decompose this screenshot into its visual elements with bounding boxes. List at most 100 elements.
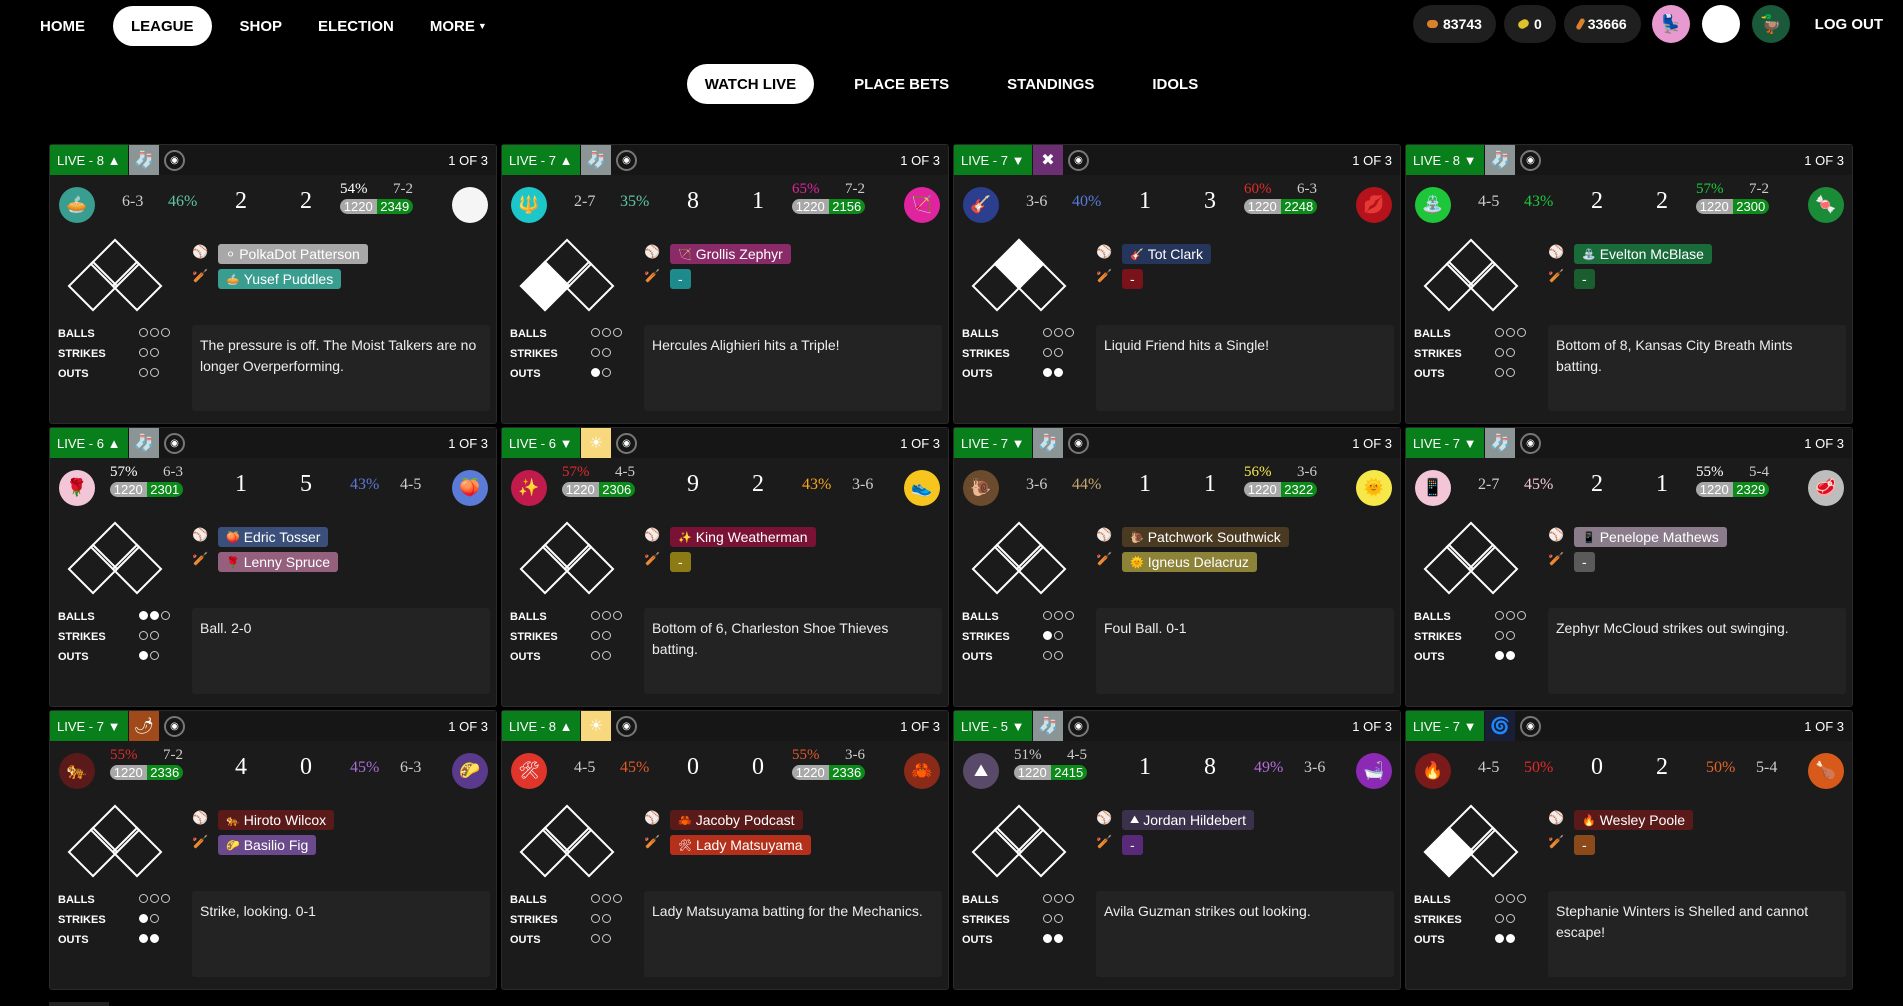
pitcher-icon: ⚾ <box>192 811 209 826</box>
nav-more[interactable]: MORE ▼ <box>412 6 505 46</box>
strikes-dot <box>1043 631 1052 640</box>
away-team-logo[interactable]: ⛰ <box>963 753 999 789</box>
game-card[interactable]: LIVE - 8 ▲ ☀ ◉ 1 OF 3 🛠 🦀 0 0 4-5 45% 55% 3-6 1220 23… <box>501 710 949 990</box>
home-payout: 2349 <box>376 199 413 214</box>
pitcher-tag[interactable]: 🔥 Wesley Poole <box>1574 810 1694 830</box>
pitcher-tag[interactable]: 🏹 Grollis Zephyr <box>670 244 791 264</box>
away-team-logo[interactable]: 🎸 <box>963 187 999 223</box>
game-card[interactable]: LIVE - 8 ▼ 🧦 ◉ 1 OF 3 ⛲ 🍬 2 2 4-5 43% 57% 7-2 1220 23… <box>1405 144 1853 424</box>
home-score: 1 <box>752 188 764 214</box>
pitcher-tag[interactable]: ⛰ Jordan Hildebert <box>1122 810 1254 830</box>
home-team-logo[interactable] <box>452 187 488 223</box>
away-team-logo[interactable]: ✨ <box>511 470 547 506</box>
pitcher-tag[interactable]: 🐅 Hiroto Wilcox <box>218 810 335 830</box>
votes-pill[interactable]: 0 <box>1503 5 1556 43</box>
game-card[interactable]: LIVE - 5 ▼ 🧦 ◉ 1 OF 3 ⛰ 🛁 1 8 51% 4-5 1220 2415 3-6 4… <box>953 710 1401 990</box>
batter-tag[interactable]: - <box>670 552 691 572</box>
tab-place-bets[interactable]: PLACE BETS <box>836 64 967 104</box>
batter-tag[interactable]: 🌹 Lenny Spruce <box>218 552 339 572</box>
seat-avatar-icon[interactable]: 💺 <box>1651 5 1690 43</box>
nav-election[interactable]: ELECTION <box>300 6 412 46</box>
tab-watch-live[interactable]: WATCH LIVE <box>686 64 815 104</box>
nav-league[interactable]: LEAGUE <box>113 6 212 46</box>
game-card[interactable]: LIVE - 7 ▼ 🧦 ◉ 1 OF 3 🐌 🌞 1 1 3-6 44% 56% 3-6 1220 23… <box>953 427 1401 707</box>
balls-label: BALLS <box>510 894 547 906</box>
batter-tag[interactable]: - <box>1574 835 1595 855</box>
pitcher-tag[interactable]: ⚪ PolkaDot Patterson <box>218 244 368 264</box>
batter-tag[interactable]: 🥧 Yusef Puddles <box>218 269 342 289</box>
team-avatar[interactable] <box>1701 5 1740 43</box>
tab-standings[interactable]: STANDINGS <box>989 64 1112 104</box>
home-team-logo[interactable]: 🏹 <box>904 187 940 223</box>
balls-dot <box>1043 328 1052 337</box>
home-team-logo[interactable]: 🍗 <box>1808 753 1844 789</box>
game-card[interactable]: LIVE - 6 ▲ 🧦 ◉ 1 OF 3 🌹 🍑 1 5 57% 6-3 1220 2301 4-5 4… <box>49 427 497 707</box>
outs-dot <box>1054 934 1063 943</box>
batter-tag[interactable]: - <box>1574 269 1595 289</box>
home-bet-bar: 1220 2329 <box>1696 482 1769 497</box>
game-card[interactable]: LIVE - 7 ▼ 🧦 ◉ 1 OF 3 📱 🥩 2 1 2-7 45% 55% 5-4 1220 23… <box>1405 427 1853 707</box>
logout-link[interactable]: LOG OUT <box>1815 16 1883 33</box>
away-team-logo[interactable]: 🔥 <box>1415 753 1451 789</box>
away-team-logo[interactable]: 🐅 <box>59 753 95 789</box>
pitcher-team-icon: 🎸 <box>1130 247 1144 261</box>
count-panel: BALLS STRIKES OUTS <box>1414 325 1529 385</box>
outs-dot <box>1506 368 1515 377</box>
game-card[interactable]: LIVE - 7 ▼ 🌶 ◉ 1 OF 3 🐅 🌮 4 0 55% 7-2 1220 2336 6-3 4… <box>49 710 497 990</box>
pitcher-tag[interactable]: 🦀 Jacoby Podcast <box>670 810 803 830</box>
game-header: LIVE - 8 ▲ ☀ ◉ 1 OF 3 <box>502 711 948 741</box>
home-team-logo[interactable]: 🍬 <box>1808 187 1844 223</box>
home-team-logo[interactable]: 🦀 <box>904 753 940 789</box>
batter-tag[interactable]: - <box>670 269 691 289</box>
pitcher-tag[interactable]: ✨ King Weatherman <box>670 527 816 547</box>
away-team-logo[interactable]: 🐌 <box>963 470 999 506</box>
game-card[interactable]: LIVE - 7 ▼ ✖ ◉ 1 OF 3 🎸 💋 1 3 3-6 40% 60% 6-3 1220 22… <box>953 144 1401 424</box>
pitcher-tag[interactable]: 📱 Penelope Mathews <box>1574 527 1727 547</box>
tab-idols[interactable]: IDOLS <box>1134 64 1216 104</box>
home-team-logo[interactable]: 🛁 <box>1356 753 1392 789</box>
batter-tag[interactable]: - <box>1122 269 1143 289</box>
game-card[interactable]: LIVE - 6 ▼ ☀ ◉ 1 OF 3 ✨ 👟 9 2 57% 4-5 1220 2306 3-6 4… <box>501 427 949 707</box>
away-team-logo[interactable]: ⛲ <box>1415 187 1451 223</box>
strikes-label: STRIKES <box>962 914 1010 926</box>
pitcher-tag[interactable]: 🎸 Tot Clark <box>1122 244 1211 264</box>
away-team-logo[interactable]: 🌹 <box>59 470 95 506</box>
batter-tag[interactable]: - <box>1574 552 1595 572</box>
home-team-logo[interactable]: 🌮 <box>452 753 488 789</box>
away-team-logo[interactable]: 🛠 <box>511 753 547 789</box>
game-card[interactable]: LIVE - 7 ▲ 🧦 ◉ 1 OF 3 🔱 🏹 8 1 2-7 35% 65% 7-2 1220 21… <box>501 144 949 424</box>
batter-team-icon: 🌹 <box>226 555 240 569</box>
live-inning-badge: LIVE - 8 ▲ <box>502 711 580 741</box>
away-team-logo[interactable]: 🥧 <box>59 187 95 223</box>
home-team-logo[interactable]: 👟 <box>904 470 940 506</box>
scoreboard: ✨ 👟 9 2 57% 4-5 1220 2306 3-6 43% <box>502 464 948 510</box>
home-score: 0 <box>300 754 312 780</box>
pitcher-tag[interactable]: 🐌 Patchwork Southwick <box>1122 527 1289 547</box>
home-team-logo[interactable]: 💋 <box>1356 187 1392 223</box>
home-pct: 55% <box>792 747 820 763</box>
away-team-logo[interactable]: 🔱 <box>511 187 547 223</box>
home-record: 3-6 <box>1304 759 1326 776</box>
coins-pill[interactable]: 83743 <box>1413 5 1496 43</box>
nav-home[interactable]: HOME <box>22 6 103 46</box>
pitcher-tag[interactable]: 🍑 Edric Tosser <box>218 527 329 547</box>
series-label: 1 OF 3 <box>1804 436 1844 451</box>
batter-tag[interactable]: 🌮 Basilio Fig <box>218 835 317 855</box>
duck-avatar-icon[interactable]: 🦆 <box>1751 5 1790 43</box>
nav-shop[interactable]: SHOP <box>222 6 301 46</box>
live-inning-badge: LIVE - 7 ▲ <box>502 145 580 175</box>
home-team-logo[interactable]: 🌞 <box>1356 470 1392 506</box>
home-team-logo[interactable]: 🥩 <box>1808 470 1844 506</box>
away-team-logo[interactable]: 📱 <box>1415 470 1451 506</box>
peanuts-pill[interactable]: 33666 <box>1563 5 1641 43</box>
balls-row: BALLS <box>58 891 173 911</box>
batter-tag[interactable]: - <box>1122 835 1143 855</box>
batter-tag[interactable]: 🌞 Igneus Delacruz <box>1122 552 1257 572</box>
home-record: 3-6 <box>845 747 865 763</box>
live-inning-badge: LIVE - 6 ▲ <box>50 428 128 458</box>
game-card[interactable]: LIVE - 8 ▲ 🧦 ◉ 1 OF 3 🥧 2 2 6-3 46% 54% 7-2 1220 234… <box>49 144 497 424</box>
game-card[interactable]: LIVE - 7 ▼ 🌀 ◉ 1 OF 3 🔥 🍗 0 2 4-5 50% 5-4 50% ⚾ 🏏 🔥 Wes… <box>1405 710 1853 990</box>
batter-tag[interactable]: 🛠 Lady Matsuyama <box>670 835 811 855</box>
home-team-logo[interactable]: 🍑 <box>452 470 488 506</box>
pitcher-tag[interactable]: ⛲ Evelton McBlase <box>1574 244 1712 264</box>
